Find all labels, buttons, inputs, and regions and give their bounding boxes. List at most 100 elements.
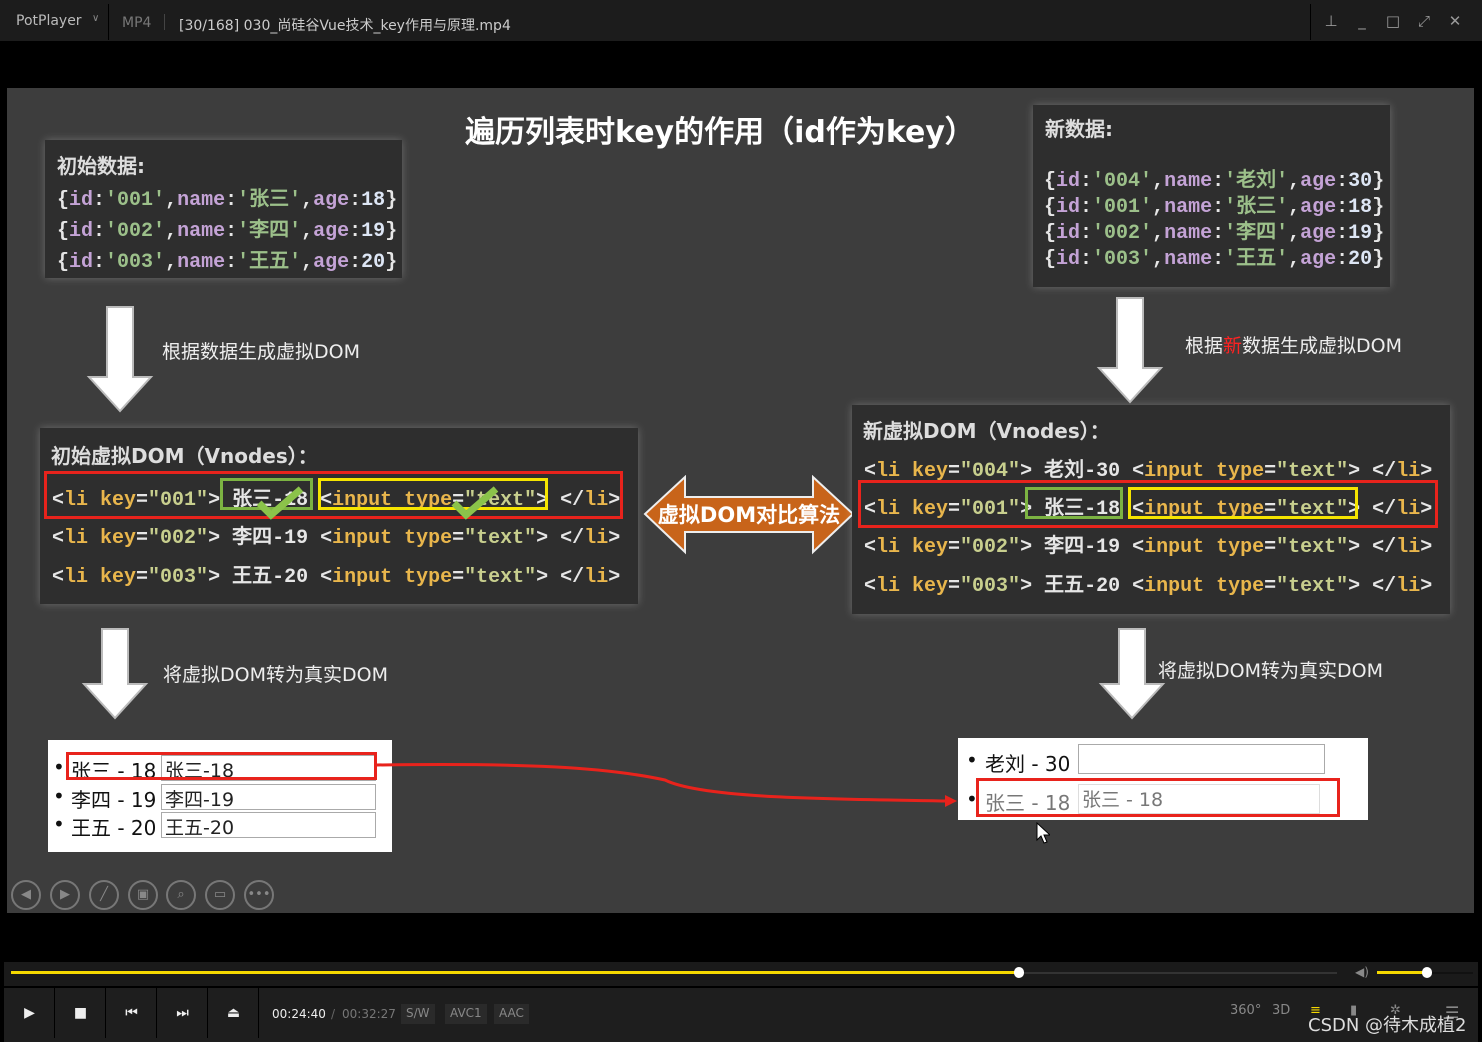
- code-token: {: [57, 251, 70, 274]
- code-token: ,: [1152, 248, 1165, 271]
- code-token: :: [225, 189, 238, 212]
- previous-icon[interactable]: ◀: [11, 880, 41, 910]
- code-token: "003": [960, 575, 1021, 598]
- code-token: :: [1080, 248, 1093, 271]
- mouse-cursor-icon: [1036, 822, 1050, 844]
- pen-icon[interactable]: ╱: [89, 880, 119, 910]
- volume-icon[interactable]: ◀): [1355, 965, 1369, 979]
- highlight-box: [976, 778, 1340, 817]
- code-token: input type: [1144, 536, 1265, 559]
- code-token: :: [93, 189, 106, 212]
- code-token: age: [1300, 248, 1337, 271]
- code-line: {id:'001',name:'张三',age:18}: [57, 182, 397, 212]
- code-line: {id:'003',name:'王五',age:20}: [1044, 241, 1384, 271]
- file-title: [30/168] 030_尚硅谷Vue技术_key作用与原理.mp4: [179, 18, 511, 34]
- divider: [1310, 4, 1311, 40]
- minimize-icon[interactable]: _: [1352, 12, 1372, 30]
- code-token: 王五-20: [1044, 575, 1121, 598]
- code-token: '003': [105, 251, 166, 274]
- code-token: ,: [165, 189, 178, 212]
- down-arrow-icon: [1096, 297, 1164, 404]
- maximize-icon[interactable]: □: [1383, 12, 1403, 30]
- zoom-icon[interactable]: ⌕: [166, 880, 196, 910]
- app-menu[interactable]: PotPlayer: [16, 13, 82, 29]
- code-token: 王五-20: [232, 566, 309, 589]
- video-codec-badge[interactable]: AVC1: [445, 1004, 487, 1024]
- code-token: name: [177, 189, 226, 212]
- code-token: <: [1120, 536, 1145, 559]
- time-separator: /: [331, 1007, 336, 1021]
- code-token: {: [1044, 248, 1057, 271]
- seek-handle[interactable]: [1013, 967, 1024, 978]
- code-token: '王五': [237, 251, 302, 274]
- divider: [164, 14, 165, 30]
- chevron-down-icon[interactable]: ∨: [92, 13, 99, 24]
- code-token: :: [349, 220, 362, 243]
- volume-handle[interactable]: [1421, 967, 1432, 978]
- code-token: '002': [105, 220, 166, 243]
- code-token: > </: [1348, 575, 1397, 598]
- code-token: <: [1120, 575, 1145, 598]
- code-token: > </: [1348, 536, 1397, 559]
- fullscreen-icon[interactable]: ⤢: [1414, 12, 1434, 30]
- code-token: }: [1372, 248, 1385, 271]
- code-token: li key: [64, 527, 137, 550]
- initial-data-box: 初始数据: {id:'001',name:'张三',age:18} {id:'0…: [45, 140, 402, 278]
- caption-text: 数据生成虚拟DOM: [1242, 335, 1403, 357]
- code-token: =: [1264, 575, 1277, 598]
- pin-icon[interactable]: ⊥: [1321, 12, 1341, 30]
- code-token: <: [864, 536, 877, 559]
- code-token: li: [584, 527, 609, 550]
- slides-icon[interactable]: ▣: [128, 880, 158, 910]
- code-token: '003': [1092, 248, 1153, 271]
- code-token: :: [349, 189, 362, 212]
- decoder-badge[interactable]: S/W: [401, 1004, 435, 1024]
- new-vdom-header: 新虚拟DOM（Vnodes）：: [863, 419, 1110, 443]
- close-icon[interactable]: ✕: [1445, 12, 1465, 30]
- code-token: <: [52, 566, 65, 589]
- code-token: ,: [1288, 248, 1301, 271]
- previous-track-icon[interactable]: ⏮: [107, 988, 157, 1038]
- 3d-icon[interactable]: 3D: [1272, 1003, 1290, 1018]
- code-token: >: [608, 527, 621, 550]
- stop-icon[interactable]: ■: [56, 988, 106, 1038]
- code-token: ,: [165, 251, 178, 274]
- code-token: age: [313, 251, 350, 274]
- code-token: li key: [876, 536, 949, 559]
- code-token: '张三': [237, 189, 302, 212]
- code-token: li: [1396, 575, 1421, 598]
- code-token: <: [864, 575, 877, 598]
- list-item-label: 老刘 - 30: [985, 752, 1071, 776]
- highlight-box: [1128, 487, 1358, 519]
- vr-360-icon[interactable]: 360°: [1230, 1003, 1261, 1018]
- code-token: "002": [960, 536, 1021, 559]
- caption-to-real-dom: 将虚拟DOM转为真实DOM: [1158, 660, 1383, 682]
- format-label: MP4: [122, 15, 152, 31]
- play-icon[interactable]: ▶: [5, 988, 55, 1038]
- code-token: :: [1336, 248, 1349, 271]
- caption-text: 根据: [1185, 335, 1224, 357]
- next-icon[interactable]: ▶: [50, 880, 80, 910]
- code-token: 19: [361, 220, 386, 243]
- down-arrow-icon: [81, 628, 149, 720]
- code-token: age: [313, 189, 350, 212]
- code-token: <: [308, 527, 333, 550]
- more-icon[interactable]: •••: [244, 880, 274, 910]
- code-token: =: [948, 575, 961, 598]
- audio-codec-badge[interactable]: AAC: [494, 1004, 529, 1024]
- volume-level: [1377, 971, 1427, 974]
- seek-bar-area: [4, 962, 1478, 986]
- eject-icon[interactable]: ⏏: [209, 988, 259, 1038]
- code-token: >: [208, 527, 233, 550]
- next-track-icon[interactable]: ⏭: [158, 988, 208, 1038]
- subtitles-icon[interactable]: ▭: [205, 880, 235, 910]
- text-input[interactable]: 李四-19: [161, 784, 376, 811]
- initial-data-header: 初始数据:: [57, 154, 145, 178]
- text-input[interactable]: [1078, 744, 1325, 774]
- caption-generate-vdom: 根据数据生成虚拟DOM: [162, 341, 360, 363]
- code-token: '001': [105, 189, 166, 212]
- code-token: =: [1264, 536, 1277, 559]
- text-input[interactable]: 王五-20: [161, 812, 376, 839]
- code-token: id: [1056, 248, 1081, 271]
- code-line: <li key="002"> 李四-19 <input type="text">…: [864, 529, 1432, 559]
